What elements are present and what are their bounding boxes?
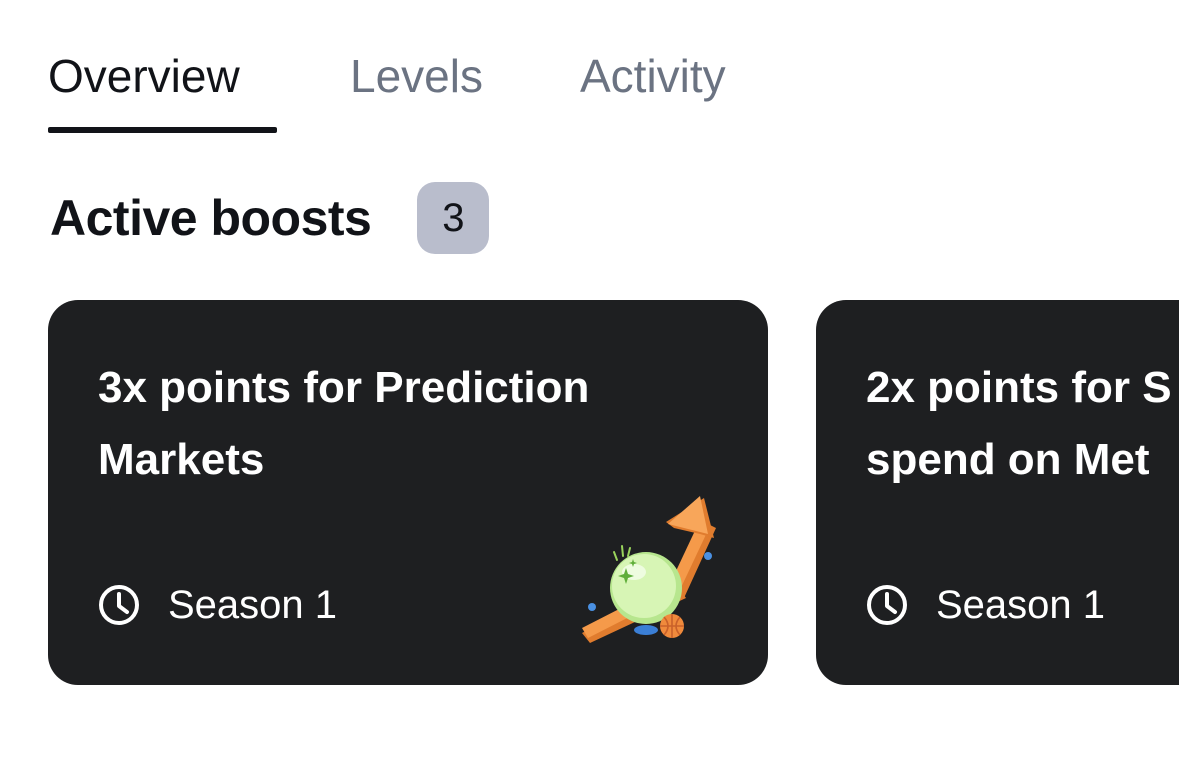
season-label: Season 1 [936,582,1106,627]
boost-card-title: 3x points for Prediction Markets [98,352,698,496]
season-label: Season 1 [168,582,338,627]
boost-count-badge: 3 [417,182,490,254]
active-boosts-header: Active boosts 3 [50,182,490,254]
boost-card-season: Season 1 [866,580,1105,630]
section-title: Active boosts [50,190,372,246]
clock-icon [866,584,908,626]
boost-card-title-line: 2x points for S [866,363,1172,412]
boost-card-title: 2x points for S spend on Met [866,352,1179,496]
tab-overview[interactable]: Overview [48,48,240,104]
boost-card-season: Season 1 [98,580,337,630]
boost-card-title-line: 3x points for Prediction [98,363,590,412]
tab-bar: Overview Levels Activity [48,40,808,135]
boost-card-prediction-markets[interactable]: 3x points for Prediction Markets Season … [48,300,768,685]
clock-icon [98,584,140,626]
boost-cards-carousel[interactable]: 3x points for Prediction Markets Season … [0,300,1179,686]
active-tab-indicator [48,127,277,133]
boost-card-spend[interactable]: 2x points for S spend on Met Season 1 [816,300,1179,685]
tab-levels[interactable]: Levels [350,48,483,104]
boost-card-title-line: Markets [98,435,265,484]
tab-activity[interactable]: Activity [580,48,726,104]
prediction-markets-growth-illustration [576,488,716,648]
boost-card-title-line: spend on Met [866,435,1150,484]
